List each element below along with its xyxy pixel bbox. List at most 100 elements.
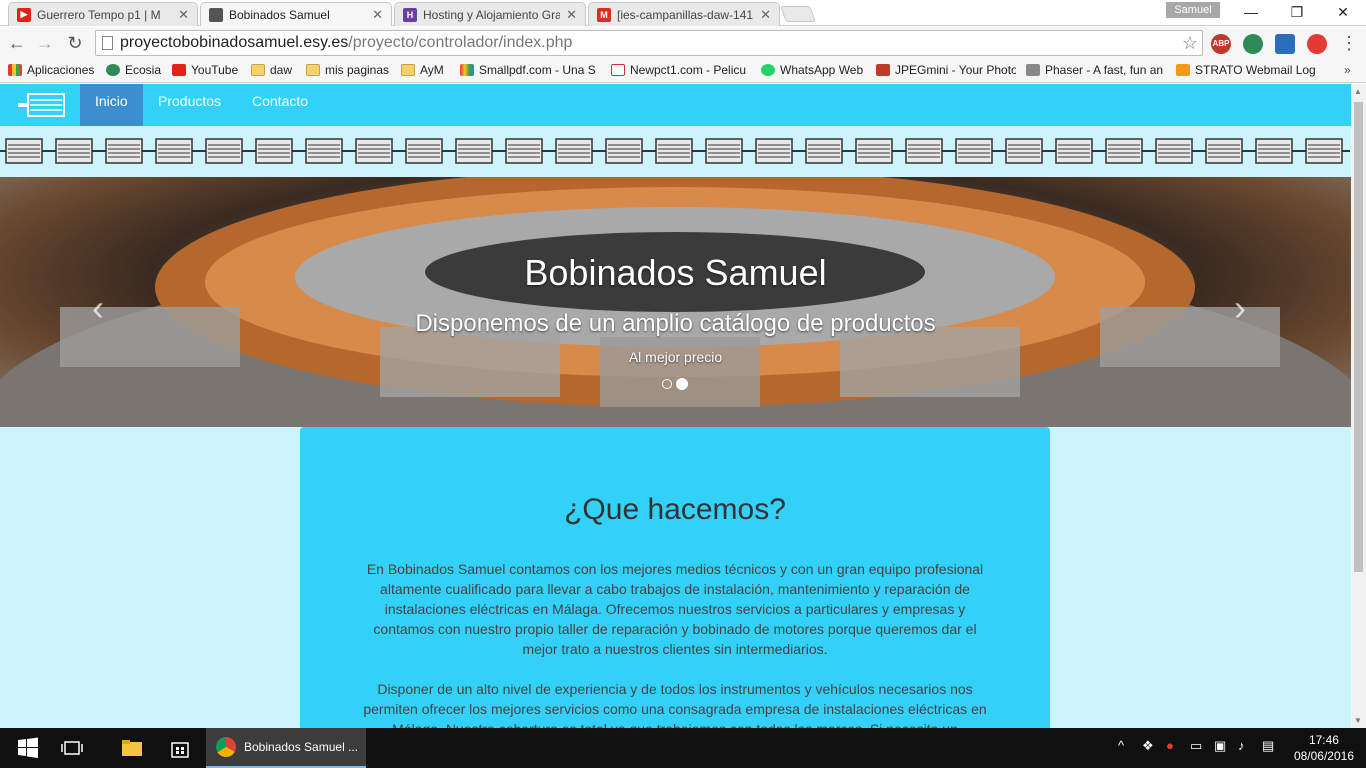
taskbar-clock[interactable]: 17:46 08/06/2016 — [1294, 732, 1354, 764]
back-icon[interactable]: ← — [6, 32, 28, 54]
phaser-icon — [1026, 64, 1040, 76]
carousel-prev-icon[interactable]: ‹ — [92, 287, 104, 329]
ecosia-icon[interactable] — [1243, 34, 1263, 54]
bookmark-youtube[interactable]: YouTube — [172, 63, 238, 77]
page-viewport: Inicio Productos Contacto Bobinados Samu… — [0, 84, 1351, 728]
bookmark-star-icon[interactable]: ☆ — [1182, 31, 1198, 55]
page-scrollbar[interactable]: ▲ ▼ — [1351, 84, 1366, 728]
folder-icon — [251, 64, 265, 76]
motor-icon — [150, 136, 200, 166]
motor-icon — [1250, 136, 1300, 166]
folder-icon — [401, 64, 415, 76]
task-view-icon[interactable] — [60, 736, 84, 760]
address-bar[interactable]: proyectobobinadosamuel.esy.es/proyecto/c… — [95, 30, 1203, 56]
strato-icon — [1176, 64, 1190, 76]
notifications-icon[interactable]: ▤ — [1262, 738, 1274, 754]
forward-icon[interactable]: → — [34, 32, 56, 54]
motor-icon — [1150, 136, 1200, 166]
motor-icon — [450, 136, 500, 166]
bookmark-phaser[interactable]: Phaser - A fast, fun an — [1026, 63, 1164, 77]
tab-guerrero[interactable]: ▶ Guerrero Tempo p1 | M ✕ — [8, 2, 198, 26]
section-paragraph-2: Disponer de un alto nivel de experiencia… — [363, 681, 987, 728]
mega-icon[interactable]: ● — [1166, 738, 1174, 753]
motor-icon — [209, 7, 223, 22]
profile-button[interactable]: Samuel — [1166, 2, 1220, 18]
menu-icon[interactable]: ⋮ — [1338, 32, 1360, 54]
adblock-icon[interactable]: ABP — [1211, 34, 1231, 54]
taskbar-chrome-app[interactable]: Bobinados Samuel ... — [206, 728, 366, 768]
tab-gmail[interactable]: M [ies-campanillas-daw-141 ✕ — [588, 2, 780, 26]
volume-icon[interactable]: ♪ — [1238, 738, 1245, 753]
logo-motor-icon[interactable] — [16, 91, 66, 119]
motor-icon — [200, 136, 250, 166]
nav-inicio[interactable]: Inicio — [80, 84, 143, 126]
bookmark-strato[interactable]: STRATO Webmail Log — [1176, 63, 1316, 77]
bookmarks-overflow-icon[interactable]: » — [1344, 63, 1351, 77]
dropbox-icon[interactable]: ❖ — [1142, 738, 1154, 754]
motor-icon — [1050, 136, 1100, 166]
carousel-next-icon[interactable]: › — [1234, 287, 1246, 329]
tray-expand-icon[interactable]: ^ — [1118, 738, 1124, 753]
motor-icon — [800, 136, 850, 166]
motor-icon — [500, 136, 550, 166]
site-navbar: Inicio Productos Contacto — [0, 84, 1351, 126]
tab-hosting[interactable]: H Hosting y Alojamiento Gra ✕ — [394, 2, 586, 26]
bookmark-jpegmini[interactable]: JPEGmini - Your Photo — [876, 63, 1016, 77]
close-icon[interactable]: ✕ — [372, 7, 383, 23]
store-icon[interactable] — [168, 736, 192, 760]
close-icon[interactable]: ✕ — [760, 7, 771, 23]
bookmark-smallpdf[interactable]: Smallpdf.com - Una S — [460, 63, 596, 77]
carousel-subtitle: Disponemos de un amplio catálogo de prod… — [415, 310, 936, 337]
file-explorer-icon[interactable] — [120, 736, 144, 760]
motor-icon — [250, 136, 300, 166]
bookmark-newpct[interactable]: Newpct1.com - Pelicu — [611, 63, 747, 77]
bookmark-daw[interactable]: daw — [251, 63, 292, 77]
carousel-indicator-dot[interactable] — [676, 378, 688, 390]
motor-icon — [600, 136, 650, 166]
hero-carousel: Bobinados Samuel Disponemos de un amplio… — [0, 177, 1351, 427]
apps-grid-icon — [8, 64, 22, 76]
windows-taskbar: Bobinados Samuel ... ^ ❖ ● ▭ ▣ ♪ ▤ 17:46… — [0, 728, 1366, 768]
new-tab-button[interactable] — [780, 6, 816, 22]
scrollbar-thumb[interactable] — [1354, 102, 1363, 572]
reload-icon[interactable]: ↻ — [64, 32, 86, 54]
scroll-down-icon[interactable]: ▼ — [1354, 716, 1362, 725]
smallpdf-icon — [460, 64, 474, 76]
motor-icon — [100, 136, 150, 166]
whatsapp-icon — [761, 64, 775, 76]
extension-s-icon[interactable] — [1275, 34, 1295, 54]
motor-decoration-strip — [0, 136, 1351, 166]
motor-icon — [650, 136, 700, 166]
scroll-up-icon[interactable]: ▲ — [1354, 87, 1362, 96]
motor-icon — [950, 136, 1000, 166]
tab-bobinados[interactable]: Bobinados Samuel ✕ — [200, 2, 392, 26]
motor-icon — [1300, 136, 1350, 166]
motor-icon — [1200, 136, 1250, 166]
chrome-icon — [216, 737, 236, 757]
close-icon[interactable]: ✕ — [178, 7, 189, 23]
bookmark-ecosia[interactable]: Ecosia — [106, 63, 161, 77]
carousel-caption: Al mejor precio — [628, 349, 723, 365]
restore-icon[interactable]: ❐ — [1274, 0, 1320, 24]
nav-productos[interactable]: Productos — [143, 84, 236, 126]
hostinger-icon: H — [403, 7, 417, 22]
motor-icon — [1000, 136, 1050, 166]
bookmark-whatsapp[interactable]: WhatsApp Web — [761, 63, 863, 77]
close-icon[interactable]: ✕ — [566, 7, 577, 23]
motor-icon — [750, 136, 800, 166]
motor-icon — [50, 136, 100, 166]
carousel-indicators — [662, 378, 688, 390]
extension-c-icon[interactable] — [1307, 34, 1327, 54]
bookmark-mis-paginas[interactable]: mis paginas — [306, 63, 389, 77]
minimize-icon[interactable]: — — [1228, 0, 1274, 24]
windows-start-icon[interactable] — [16, 736, 40, 760]
close-window-icon[interactable]: ✕ — [1320, 0, 1366, 24]
battery-icon[interactable]: ▭ — [1190, 738, 1202, 754]
bookmark-aym[interactable]: AyM — [401, 63, 444, 77]
bookmark-apps[interactable]: Aplicaciones — [8, 63, 94, 77]
nav-contacto[interactable]: Contacto — [237, 84, 323, 126]
network-icon[interactable]: ▣ — [1214, 738, 1226, 754]
folder-icon — [306, 64, 320, 76]
motor-icon — [0, 136, 50, 166]
carousel-indicator-dot[interactable] — [662, 379, 672, 389]
